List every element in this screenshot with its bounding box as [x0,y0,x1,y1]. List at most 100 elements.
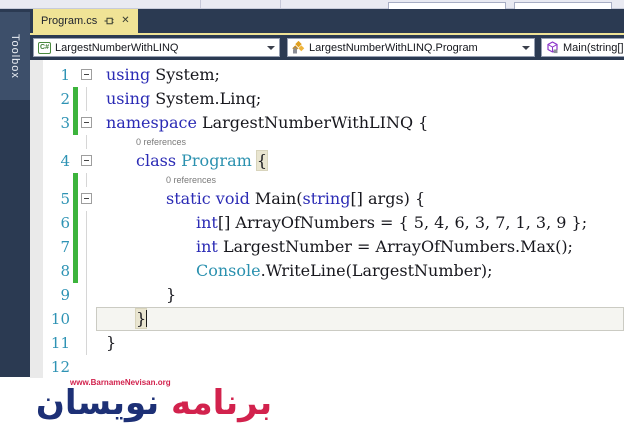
line-number[interactable]: 11 [43,331,70,355]
codelens-row[interactable]: 0 references [43,135,624,149]
outlining-margin [78,211,96,235]
code-text: int[] ArrayOfNumbers = { 5, 4, 6, 3, 7, … [96,211,624,235]
line-number[interactable]: 2 [43,87,70,111]
fold-collapse-icon[interactable] [81,69,92,80]
outlining-margin [78,355,96,379]
line-number[interactable]: 4 [43,149,70,173]
outlining-margin [78,283,96,307]
toolbar-separator [280,0,281,9]
outline-guide-line [86,135,87,149]
outlining-margin [78,173,96,187]
code-segment: class [136,151,177,170]
indicator-margin[interactable] [30,60,43,428]
document-tab-title: Program.cs [41,15,98,27]
code-text: } [96,283,624,307]
code-segment: static [166,189,211,208]
code-line[interactable]: 11} [43,331,624,355]
vs-editor-window: Toolbox Program.cs ✕ C# LargestNumberWit… [0,0,624,428]
outline-guide-line [86,283,87,307]
code-line[interactable]: 3 namespace LargestNumberWithLINQ { [43,111,624,135]
code-line[interactable]: 2 using System.Linq; [43,87,624,111]
outlining-margin [78,331,96,355]
outline-guide-line [86,173,87,187]
fold-collapse-icon[interactable] [81,155,92,166]
code-text: static void Main(string[] args) { [96,187,624,211]
code-segment: System.Linq; [150,89,262,108]
code-line[interactable]: 4 class Program { [43,149,624,173]
code-line[interactable]: 12 [43,355,624,379]
toolbar-strip [0,0,624,10]
fold-collapse-icon[interactable] [81,193,92,204]
code-segment: [] ArrayOfNumbers = { 5, 4, 6, 3, 7, 1, … [217,213,588,232]
outlining-margin [78,259,96,283]
outline-guide-line [86,235,87,259]
outlining-margin [78,235,96,259]
chevron-down-icon [522,45,530,50]
member-dropdown[interactable]: Main(string[] [541,38,624,57]
outlining-margin [78,111,96,135]
outline-guide-line [86,87,87,111]
code-segment: Main( [249,189,303,208]
code-line[interactable]: 5 static void Main(string[] args) { [43,187,624,211]
code-segment: Console [196,261,261,280]
line-number[interactable]: 3 [43,111,70,135]
code-segment: int [196,237,218,256]
line-number[interactable] [43,173,70,187]
code-segment: .WriteLine(LargestNumber); [260,261,493,280]
line-number[interactable]: 5 [43,187,70,211]
line-number[interactable]: 7 [43,235,70,259]
code-segment: LargestNumberWithLINQ { [196,113,429,132]
line-number[interactable]: 6 [43,211,70,235]
code-segment: string [302,189,351,208]
code-line[interactable]: 10} [43,307,624,331]
chevron-down-icon [267,45,275,50]
line-number[interactable]: 1 [43,63,70,87]
code-segment: using [106,65,151,84]
outlining-margin [78,307,96,331]
line-number[interactable]: 10 [43,307,70,331]
navigation-bar: C# LargestNumberWithLINQ LargestNumberWi… [30,33,624,60]
code-editor[interactable]: 1 using System; 2 using System.Linq; 3 namesp… [30,60,624,428]
code-text: using System.Linq; [96,87,624,111]
type-dropdown[interactable]: LargestNumberWithLINQ.Program [287,38,535,57]
line-number[interactable]: 9 [43,283,70,307]
code-segment: System; [150,65,220,84]
outlining-margin [78,63,96,87]
code-segment: } [106,333,117,352]
fold-collapse-icon[interactable] [81,117,92,128]
codelens-row[interactable]: 0 references [43,173,624,187]
member-dropdown-label: Main(string[] [563,41,624,54]
code-line[interactable]: 7 int LargestNumber = ArrayOfNumbers.Max(… [43,235,624,259]
logo-brand-text: برنامه نویسان [4,382,304,424]
code-line[interactable]: 6 int[] ArrayOfNumbers = { 5, 4, 6, 3, 7,… [43,211,624,235]
codelens-label: 0 references [136,137,187,147]
code-line[interactable]: 1 using System; [43,63,624,87]
class-icon [292,41,305,54]
line-number[interactable] [43,135,70,149]
outlining-margin [78,187,96,211]
code-line[interactable]: 8 Console.WriteLine(LargestNumber); [43,259,624,283]
csharp-project-icon: C# [38,41,51,54]
left-dock-panel: Toolbox [0,9,30,377]
outlining-margin [78,149,96,173]
method-icon [546,41,559,54]
codelens-label: 0 references [166,175,217,185]
outlining-margin [78,135,96,149]
project-dropdown[interactable]: C# LargestNumberWithLINQ [33,38,280,57]
code-line[interactable]: 9} [43,283,624,307]
outline-guide-line [86,331,87,355]
pin-icon[interactable] [104,16,114,26]
line-number[interactable]: 12 [43,355,70,379]
code-segment: LargestNumber = ArrayOfNumbers.Max(); [217,237,573,256]
project-dropdown-label: LargestNumberWithLINQ [55,41,179,54]
code-segment: [] args) { [350,189,426,208]
toolbar-separator [200,0,201,9]
toolbox-tab[interactable]: Toolbox [0,12,30,100]
barname-nevisan-logo: www.BarnameNevisan.org برنامه نویسان [4,378,316,428]
close-icon[interactable]: ✕ [121,16,129,26]
code-text: } [96,307,624,331]
line-number[interactable]: 8 [43,259,70,283]
document-tab-program-cs[interactable]: Program.cs ✕ [33,9,138,33]
code-text: using System; [96,63,624,87]
